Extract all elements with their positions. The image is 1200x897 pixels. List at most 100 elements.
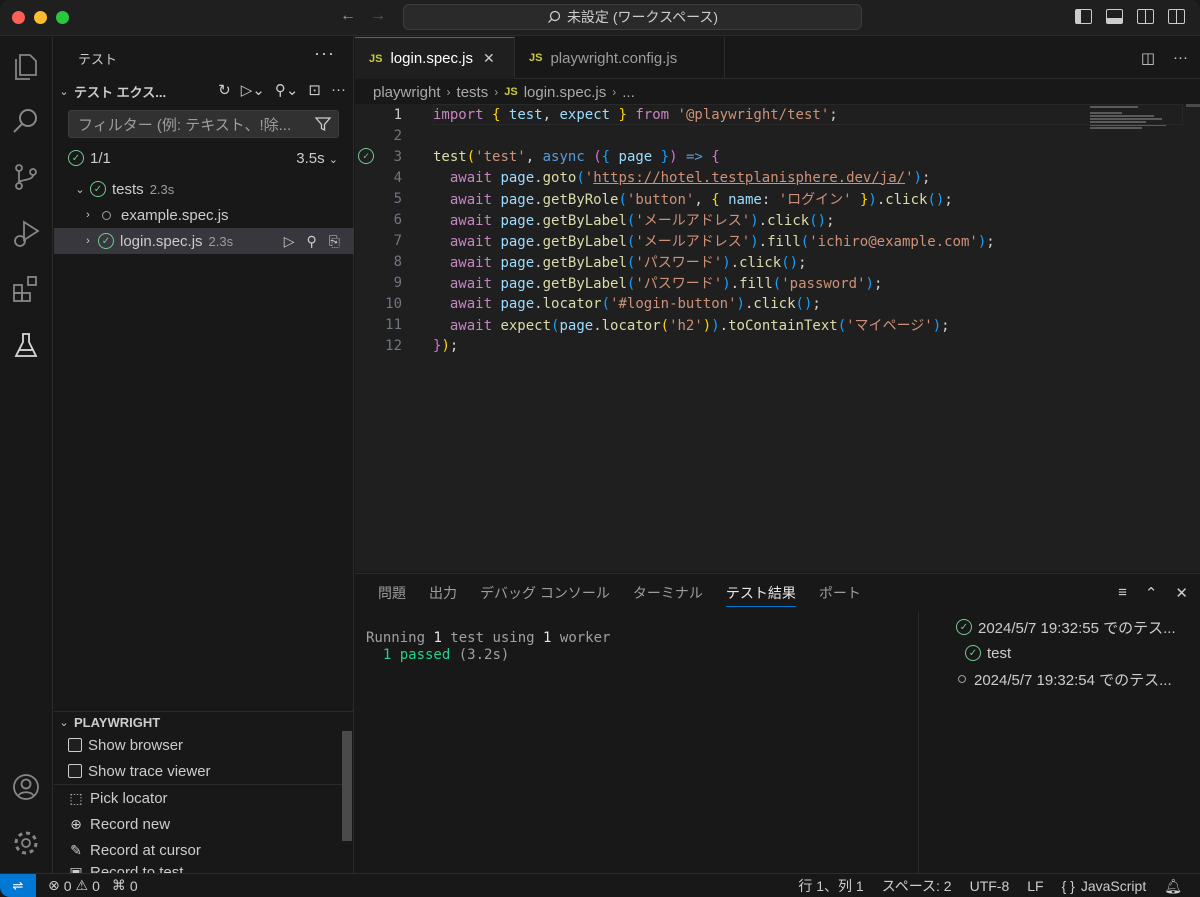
playwright-scrollbar[interactable]	[342, 731, 352, 841]
test-explorer-section-header[interactable]: ⌄ テスト エクス... ↻ ▷⌄ ⚲⌄ ⊡ ···	[54, 79, 354, 103]
tab-test-results[interactable]: テスト結果	[725, 574, 796, 612]
run-debug-icon[interactable]	[10, 217, 42, 249]
tab-ports[interactable]: ポート	[819, 574, 861, 612]
source-control-icon[interactable]	[10, 161, 42, 193]
end-of-line[interactable]: LF	[1027, 878, 1043, 894]
encoding[interactable]: UTF-8	[970, 878, 1010, 894]
code-line: 11 await expect(page.locator('h2')).toCo…	[355, 314, 1200, 335]
code-editor[interactable]: 1 import { test, expect } from '@playwri…	[355, 104, 1200, 572]
chevron-right-icon: ›	[86, 235, 90, 247]
language-mode[interactable]: JavaScript	[1081, 878, 1146, 894]
tree-item-label: tests	[112, 180, 144, 198]
testing-flask-icon[interactable]	[10, 329, 42, 361]
minimize-window-button[interactable]	[34, 11, 47, 24]
debug-all-tests-icon[interactable]: ⚲⌄	[275, 81, 299, 99]
code-line: 7 await page.getByLabel('メールアドレス').fill(…	[355, 230, 1200, 251]
filter-icon[interactable]	[314, 115, 332, 133]
test-run-item[interactable]: 2024/5/7 19:32:54 でのテス...	[919, 666, 1199, 692]
record-at-cursor-action[interactable]: ✎ Record at cursor	[68, 838, 348, 862]
maximize-window-button[interactable]	[56, 11, 69, 24]
tree-item-example-spec[interactable]: › example.spec.js	[54, 202, 354, 228]
more-actions-icon[interactable]: ···	[331, 81, 346, 99]
clear-output-icon[interactable]: ≡	[1118, 584, 1127, 602]
tree-item-tests[interactable]: ⌄ ✓ tests 2.3s	[54, 176, 354, 202]
show-browser-option[interactable]: Show browser	[68, 733, 348, 757]
refresh-tests-icon[interactable]: ↻	[218, 81, 231, 99]
test-passed-gutter-icon[interactable]: ✓	[358, 148, 374, 164]
sidebar-more-actions[interactable]: ···	[314, 43, 335, 64]
tab-playwright-config[interactable]: JS playwright.config.js	[515, 37, 725, 79]
tree-item-duration: 2.3s	[208, 233, 234, 249]
sidebar-title: テスト	[78, 52, 118, 67]
search-icon[interactable]	[10, 105, 42, 137]
summary-count: 1/1	[90, 149, 111, 167]
tab-login-spec[interactable]: JS login.spec.js ✕	[355, 37, 515, 79]
close-window-button[interactable]	[12, 11, 25, 24]
test-explorer-title: テスト エクス...	[74, 84, 167, 100]
toggle-secondary-sidebar-icon[interactable]	[1137, 9, 1154, 24]
line-number: 1	[393, 106, 402, 123]
settings-gear-icon[interactable]	[10, 827, 42, 859]
remote-indicator-icon[interactable]: ⇌	[0, 873, 36, 897]
problems-status[interactable]: ⊗ 0 ⚠ 0	[48, 877, 100, 894]
tab-terminal[interactable]: ターミナル	[633, 574, 703, 612]
code-line: 5 await page.getByRole('button', { name:…	[355, 188, 1200, 209]
test-result-label: test	[987, 644, 1012, 662]
passed-check-icon: ✓	[68, 150, 84, 166]
breadcrumb-item[interactable]: tests	[457, 84, 489, 101]
javascript-file-icon: JS	[504, 86, 518, 98]
breadcrumb-item[interactable]: login.spec.js	[524, 84, 607, 101]
accounts-icon[interactable]	[10, 771, 42, 803]
chevron-down-icon[interactable]: ⌄	[329, 154, 338, 166]
tab-problems[interactable]: 問題	[378, 574, 406, 612]
tree-item-login-spec[interactable]: › ✓ login.spec.js 2.3s ▷ ⚲ ⎘	[54, 228, 354, 254]
ports-status[interactable]: ⌘ 0	[112, 877, 138, 894]
cursor-position[interactable]: 行 1、列 1	[798, 876, 863, 896]
test-filter-input[interactable]: フィルター (例: テキスト、!除...	[68, 110, 339, 138]
show-browser-checkbox[interactable]	[68, 738, 82, 752]
test-run-item[interactable]: ✓ 2024/5/7 19:32:55 でのテス...	[919, 614, 1199, 640]
debug-test-icon[interactable]: ⚲	[307, 233, 317, 250]
antenna-icon: ⌘	[111, 877, 126, 893]
toggle-primary-sidebar-icon[interactable]	[1075, 9, 1092, 24]
option-label: Show trace viewer	[88, 762, 211, 780]
code-line: ✓ 3 test('test', async ({ page }) => {	[355, 146, 1200, 167]
command-center-search[interactable]: 未設定 (ワークスペース)	[403, 4, 862, 30]
code-line: 4 await page.goto('https://hotel.testpla…	[355, 167, 1200, 188]
show-trace-viewer-checkbox[interactable]	[68, 764, 82, 778]
add-circle-icon: ⊕	[70, 815, 82, 832]
show-trace-viewer-option[interactable]: Show trace viewer	[68, 759, 348, 783]
customize-layout-icon[interactable]	[1168, 9, 1185, 24]
breadcrumb-item[interactable]: ...	[622, 84, 635, 101]
tab-debug-console[interactable]: デバッグ コンソール	[480, 574, 610, 612]
error-icon: ⊗	[48, 877, 60, 893]
split-editor-icon[interactable]: ◫	[1141, 49, 1155, 67]
extensions-icon[interactable]	[10, 273, 42, 305]
tab-output[interactable]: 出力	[429, 574, 457, 612]
test-output-terminal[interactable]: Running 1 test using 1 worker 1 passed (…	[366, 630, 610, 664]
close-icon[interactable]: ✕	[483, 50, 495, 67]
maximize-panel-icon[interactable]: ⌃	[1145, 584, 1158, 602]
toggle-panel-icon[interactable]	[1106, 9, 1123, 24]
notifications-bell-icon[interactable]: 🔔︎	[1164, 878, 1182, 895]
run-all-tests-icon[interactable]: ▷⌄	[241, 81, 265, 99]
test-result-item[interactable]: ✓ test	[919, 640, 1199, 666]
explorer-icon[interactable]	[10, 49, 42, 81]
chevron-down-icon: ⌄	[59, 85, 69, 98]
playwright-section-header[interactable]: ⌄ PLAYWRIGHT	[54, 711, 354, 733]
record-new-action[interactable]: ⊕ Record new	[68, 812, 348, 836]
back-arrow-icon[interactable]: ←	[340, 7, 356, 25]
record-to-test-action[interactable]: ▣ Record to test	[68, 864, 348, 873]
pick-locator-action[interactable]: ⬚ Pick locator	[68, 786, 348, 810]
line-number: 4	[393, 169, 402, 186]
breadcrumb-item[interactable]: playwright	[373, 84, 441, 101]
tab-label: playwright.config.js	[550, 49, 678, 67]
test-explorer-actions: ↻ ▷⌄ ⚲⌄ ⊡ ···	[218, 81, 346, 99]
run-test-icon[interactable]: ▷	[284, 233, 295, 250]
indentation[interactable]: スペース: 2	[882, 876, 952, 896]
forward-arrow-icon[interactable]: →	[370, 7, 386, 25]
go-to-test-icon[interactable]: ⎘	[329, 233, 340, 250]
show-output-icon[interactable]: ⊡	[308, 81, 321, 99]
more-actions-icon[interactable]: ···	[1173, 49, 1188, 67]
close-panel-icon[interactable]: ✕	[1175, 584, 1188, 602]
